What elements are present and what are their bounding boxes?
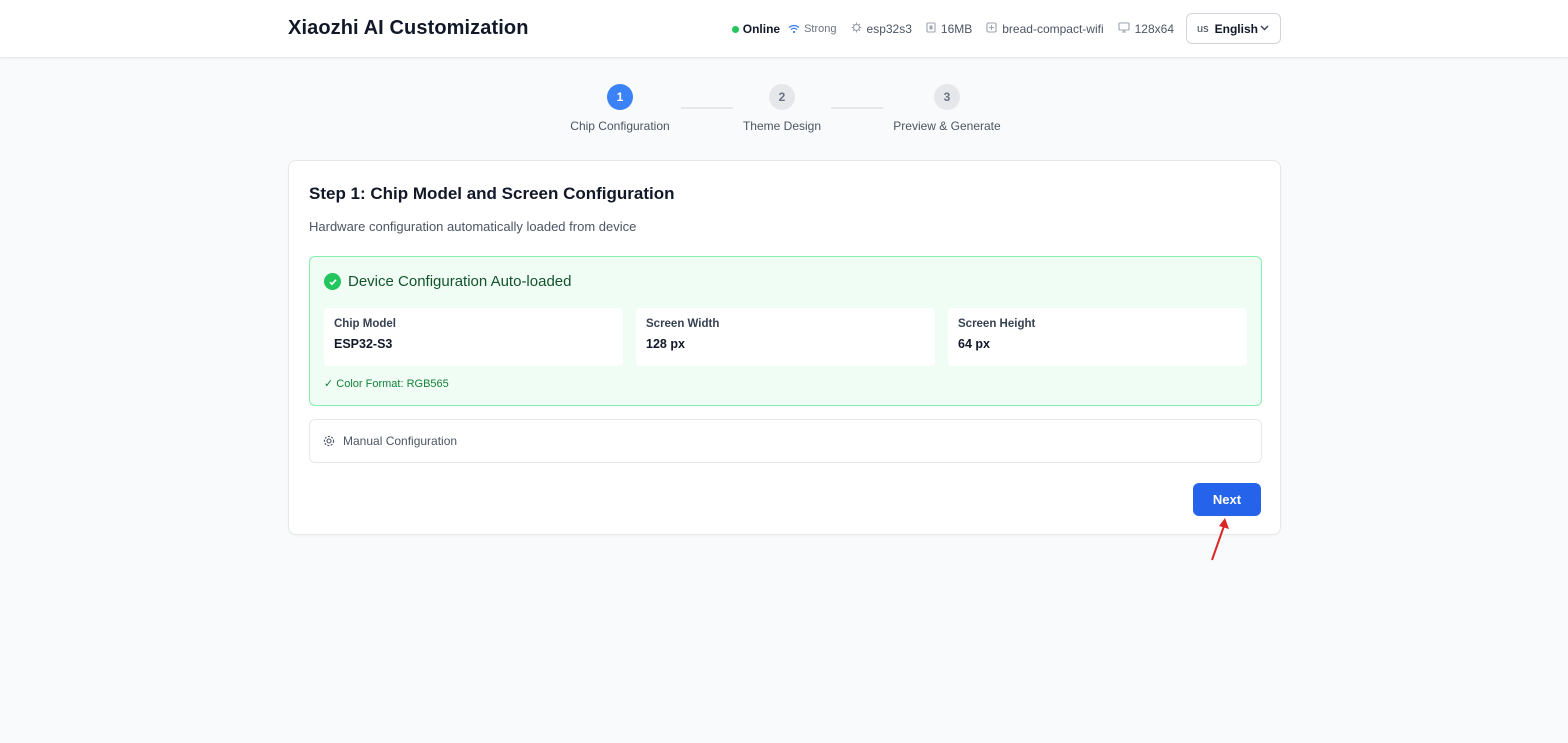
language-flag: us [1197, 22, 1209, 35]
step-3-label: Preview & Generate [893, 119, 1001, 133]
autoload-heading: Device Configuration Auto-loaded [324, 273, 571, 290]
autoload-panel: Device Configuration Auto-loaded Chip Mo… [309, 256, 1262, 406]
step-1-circle: 1 [607, 84, 633, 110]
card-subtitle: Hardware configuration automatically loa… [309, 219, 637, 234]
step-connector [831, 107, 883, 109]
resolution-label: 128x64 [1134, 22, 1174, 36]
chip-model-label: Chip Model [334, 318, 396, 330]
wifi-icon [788, 24, 800, 34]
autoload-heading-text: Device Configuration Auto-loaded [348, 273, 572, 290]
flash-status: 16MB [926, 22, 972, 36]
config-card: Step 1: Chip Model and Screen Configurat… [288, 160, 1281, 535]
chip-model-value: ESP32-S3 [334, 337, 393, 351]
screen-width-label: Screen Width [646, 318, 720, 330]
step-2-circle: 2 [769, 84, 795, 110]
device-status: Online Strong esp32s3 16MB bread-compact… [731, 21, 1174, 37]
online-dot-icon [731, 25, 739, 33]
step-connector [681, 107, 733, 109]
monitor-icon [1118, 22, 1130, 36]
screen-height-value: 64 px [958, 337, 990, 351]
screen-width-box: Screen Width 128 px [636, 308, 935, 366]
step-2-label: Theme Design [742, 119, 822, 133]
chevron-down-icon [1259, 22, 1270, 36]
board-status: bread-compact-wifi [986, 22, 1104, 36]
top-bar: Xiaozhi AI Customization Online Strong e… [0, 0, 1568, 58]
gear-icon [323, 435, 343, 447]
signal-strength: Strong [804, 23, 837, 35]
step-2[interactable]: 2 Theme Design [740, 84, 824, 133]
language-select[interactable]: us English [1186, 13, 1281, 44]
check-circle-icon [324, 273, 341, 290]
card-title: Step 1: Chip Model and Screen Configurat… [309, 184, 675, 203]
board-icon [986, 22, 997, 36]
resolution-status: 128x64 [1118, 22, 1174, 36]
screen-height-box: Screen Height 64 px [948, 308, 1247, 366]
screen-width-value: 128 px [646, 337, 685, 351]
manual-configuration-label: Manual Configuration [343, 434, 458, 448]
online-label: Online [742, 22, 781, 36]
step-3-circle: 3 [934, 84, 960, 110]
chip-model-box: Chip Model ESP32-S3 [324, 308, 623, 366]
flash-label: 16MB [940, 22, 973, 36]
chip-status: esp32s3 [851, 22, 912, 36]
language-name: English [1214, 21, 1258, 36]
chip-icon [851, 22, 862, 36]
memory-icon [926, 22, 936, 36]
app-title: Xiaozhi AI Customization [288, 17, 529, 39]
step-3[interactable]: 3 Preview & Generate [891, 84, 1003, 133]
board-label: bread-compact-wifi [1002, 22, 1104, 36]
manual-configuration-toggle[interactable]: Manual Configuration [309, 419, 1262, 463]
color-format: ✓ Color Format: RGB565 [324, 378, 449, 390]
step-1-label: Chip Configuration [570, 119, 670, 133]
step-1[interactable]: 1 Chip Configuration [568, 84, 672, 133]
online-status: Online Strong [731, 22, 837, 36]
chip-label: esp32s3 [866, 22, 912, 36]
annotation-arrow [1211, 518, 1229, 561]
screen-height-label: Screen Height [958, 318, 1036, 330]
